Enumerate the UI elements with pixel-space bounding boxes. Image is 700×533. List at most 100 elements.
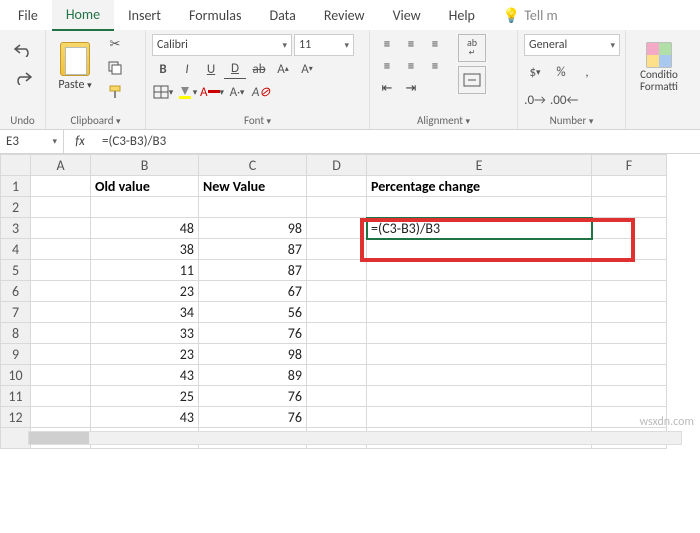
currency-button[interactable]: $▾ (524, 62, 546, 82)
watermark: wsxdn.com (639, 415, 694, 429)
bold-button[interactable]: B (152, 59, 174, 79)
clear-format-button[interactable]: A⊘ (250, 82, 272, 102)
align-top-icon[interactable]: ≡ (376, 34, 398, 54)
row-header-9[interactable]: 9 (1, 344, 31, 365)
cell-E3-active[interactable]: =(C3-B3)/B3 (367, 218, 592, 239)
align-right-icon[interactable]: ≡ (424, 56, 446, 76)
col-header-F[interactable]: F (592, 155, 667, 176)
tab-file[interactable]: File (4, 1, 52, 30)
comma-button[interactable]: , (576, 62, 598, 82)
row-header-7[interactable]: 7 (1, 302, 31, 323)
cell-C7[interactable]: 56 (199, 302, 307, 323)
cell-C3[interactable]: 98 (199, 218, 307, 239)
conditional-formatting-button[interactable]: ConditioFormatti (632, 34, 686, 100)
row-header-12[interactable]: 12 (1, 407, 31, 428)
cell-C5[interactable]: 87 (199, 260, 307, 281)
cell-C6[interactable]: 67 (199, 281, 307, 302)
cell-B3[interactable]: 48 (91, 218, 199, 239)
chevron-down-icon: ▾ (52, 136, 57, 147)
fx-button[interactable]: fx (64, 134, 96, 149)
paste-button[interactable]: Paste ▾ (52, 34, 98, 100)
formula-bar-input[interactable]: =(C3-B3)/B3 (96, 134, 700, 149)
format-painter-icon[interactable] (104, 82, 126, 102)
tell-me[interactable]: 💡Tell m (489, 1, 572, 30)
copy-icon[interactable] (104, 58, 126, 78)
cell-B7[interactable]: 34 (91, 302, 199, 323)
cell-B6[interactable]: 23 (91, 281, 199, 302)
number-format-dropdown[interactable]: General▾ (524, 34, 620, 56)
tab-insert[interactable]: Insert (114, 1, 175, 30)
double-underline-button[interactable]: D (224, 59, 246, 79)
cell-B5[interactable]: 11 (91, 260, 199, 281)
header-percentage-change[interactable]: Percentage change (367, 176, 592, 197)
cell-C12[interactable]: 76 (199, 407, 307, 428)
cell-B10[interactable]: 43 (91, 365, 199, 386)
strike-button[interactable]: ab (248, 59, 270, 79)
cell-C10[interactable]: 89 (199, 365, 307, 386)
decrease-decimal-button[interactable]: .00← (550, 90, 578, 110)
row-header-1[interactable]: 1 (1, 176, 31, 197)
percent-button[interactable]: % (550, 62, 572, 82)
tab-review[interactable]: Review (310, 1, 379, 30)
row-header-6[interactable]: 6 (1, 281, 31, 302)
cell-C4[interactable]: 87 (199, 239, 307, 260)
header-old-value[interactable]: Old value (91, 176, 199, 197)
fill-color-button[interactable]: ▾ (176, 82, 198, 102)
cell-C9[interactable]: 98 (199, 344, 307, 365)
paste-icon (60, 42, 90, 76)
cell-B12[interactable]: 43 (91, 407, 199, 428)
row-header-2[interactable]: 2 (1, 197, 31, 218)
cut-icon[interactable]: ✂ (104, 34, 126, 54)
name-box[interactable]: E3▾ (0, 130, 64, 153)
cell-B8[interactable]: 33 (91, 323, 199, 344)
row-header-4[interactable]: 4 (1, 239, 31, 260)
col-header-C[interactable]: C (199, 155, 307, 176)
align-bottom-icon[interactable]: ≡ (424, 34, 446, 54)
col-header-B[interactable]: B (91, 155, 199, 176)
align-middle-icon[interactable]: ≡ (400, 34, 422, 54)
font-color-button[interactable]: A▾ (200, 82, 224, 102)
header-new-value[interactable]: New Value (199, 176, 307, 197)
tab-formulas[interactable]: Formulas (175, 1, 255, 30)
col-header-A[interactable]: A (31, 155, 91, 176)
row-header-13[interactable] (1, 428, 31, 449)
increase-decimal-button[interactable]: .0→ (524, 90, 546, 110)
row-header-10[interactable]: 10 (1, 365, 31, 386)
horizontal-scrollbar[interactable] (28, 431, 682, 445)
subscript-button[interactable]: A·▾ (226, 82, 248, 102)
borders-button[interactable]: ▾ (152, 82, 174, 102)
wrap-text-button[interactable]: ab↵ (458, 34, 486, 62)
tab-data[interactable]: Data (255, 1, 309, 30)
merge-button[interactable] (458, 66, 486, 94)
decrease-font-icon[interactable]: A▾ (296, 59, 318, 79)
increase-font-icon[interactable]: A▴ (272, 59, 294, 79)
font-size-dropdown[interactable]: 11▾ (294, 34, 354, 56)
decrease-indent-icon[interactable]: ⇤ (376, 78, 398, 98)
col-header-E[interactable]: E (367, 155, 592, 176)
align-left-icon[interactable]: ≡ (376, 56, 398, 76)
underline-button[interactable]: U (200, 59, 222, 79)
font-name-dropdown[interactable]: Calibri▾ (152, 34, 292, 56)
row-header-8[interactable]: 8 (1, 323, 31, 344)
align-center-icon[interactable]: ≡ (400, 56, 422, 76)
cell-B11[interactable]: 25 (91, 386, 199, 407)
row-header-3[interactable]: 3 (1, 218, 31, 239)
row-header-5[interactable]: 5 (1, 260, 31, 281)
italic-button[interactable]: I (176, 59, 198, 79)
tab-help[interactable]: Help (435, 1, 489, 30)
spreadsheet-grid[interactable]: A B C D E F 1 Old value New Value Percen… (0, 154, 667, 449)
col-header-D[interactable]: D (307, 155, 367, 176)
tab-view[interactable]: View (379, 1, 435, 30)
cell-C8[interactable]: 76 (199, 323, 307, 344)
cell-B4[interactable]: 38 (91, 239, 199, 260)
tab-home[interactable]: Home (52, 0, 114, 31)
redo-icon[interactable] (12, 68, 34, 88)
chevron-down-icon: ▾ (344, 40, 349, 51)
chevron-down-icon: ▾ (282, 40, 287, 51)
cell-C11[interactable]: 76 (199, 386, 307, 407)
increase-indent-icon[interactable]: ⇥ (400, 78, 422, 98)
row-header-11[interactable]: 11 (1, 386, 31, 407)
select-all-corner[interactable] (1, 155, 31, 176)
cell-B9[interactable]: 23 (91, 344, 199, 365)
undo-icon[interactable] (12, 40, 34, 60)
